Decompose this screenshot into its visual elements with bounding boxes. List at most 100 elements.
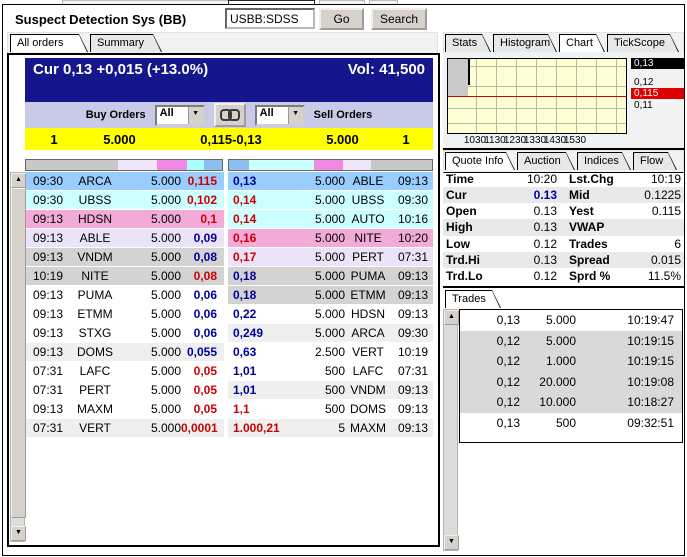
trade-row: 0,121.00010:19:15 bbox=[460, 351, 682, 372]
quote-label: Trades bbox=[557, 236, 621, 252]
bid-price: 0,08 bbox=[181, 267, 224, 285]
buy-order-row[interactable]: 09:13ETMM5.0000,06 bbox=[25, 305, 224, 323]
tab-histogram[interactable]: Histogram bbox=[493, 34, 557, 52]
sell-order-row[interactable]: 0,145.000UBSS09:30 bbox=[228, 191, 433, 209]
tab-label: Trades bbox=[446, 291, 500, 308]
depth-segment bbox=[187, 160, 205, 170]
scroll-down-icon[interactable]: ▼ bbox=[11, 526, 26, 541]
order-book-row: 09:30ARCA5.0000,1150,135.000ABLE09:13 bbox=[25, 172, 433, 190]
buy-order-row[interactable]: 09:13DOMS5.0000,055 bbox=[25, 343, 224, 361]
trade-time: 09:32:51 bbox=[576, 413, 682, 434]
bid-price: 0,06 bbox=[181, 286, 224, 304]
tab-summary[interactable]: Summary bbox=[90, 34, 162, 52]
order-book-row: 07:31VERT5.0000,00011.000,215MAXM09:13 bbox=[25, 419, 433, 437]
symbol-input[interactable] bbox=[225, 8, 315, 29]
trades-scrollbar[interactable]: ▲ ▼ bbox=[443, 309, 458, 551]
tab-indices[interactable]: Indices bbox=[577, 152, 631, 170]
quote-value: 10:20 bbox=[501, 171, 557, 187]
sell-order-row[interactable]: 0,135.000ABLE09:13 bbox=[228, 172, 433, 190]
market-maker-id: VERT bbox=[69, 419, 121, 437]
sell-order-row[interactable]: 0,165.000NITE10:20 bbox=[228, 229, 433, 247]
sell-order-row[interactable]: 0,185.000ETMM09:13 bbox=[228, 286, 433, 304]
quote-label: Time bbox=[443, 171, 501, 187]
sell-orders-label: Sell Orders bbox=[314, 109, 373, 121]
order-size: 2.500 bbox=[282, 343, 345, 361]
chevron-down-icon[interactable]: ▼ bbox=[188, 107, 203, 124]
tab-all-orders[interactable]: All orders bbox=[10, 34, 88, 52]
buy-order-row[interactable]: 09:13HDSN5.0000,1 bbox=[25, 210, 224, 228]
ask-price: 0,18 bbox=[228, 267, 282, 285]
buy-order-row[interactable]: 09:13MAXM5.0000,05 bbox=[25, 400, 224, 418]
search-button[interactable]: Search bbox=[371, 8, 427, 30]
buy-filter-select[interactable]: All ▼ bbox=[155, 105, 205, 126]
depth-segment bbox=[229, 160, 249, 170]
buy-order-row[interactable]: 09:13VNDM5.0000,08 bbox=[25, 248, 224, 266]
sell-order-row[interactable]: 0,2495.000ARCA09:30 bbox=[228, 324, 433, 342]
buy-order-row[interactable]: 07:31LAFC5.0000,05 bbox=[25, 362, 224, 380]
tab-trades[interactable]: Trades bbox=[445, 290, 501, 308]
depth-strip-buy bbox=[25, 159, 223, 171]
buy-order-row[interactable]: 09:30UBSS5.0000,102 bbox=[25, 191, 224, 209]
quote-value bbox=[621, 219, 684, 235]
ask-price: 0,14 bbox=[228, 191, 282, 209]
order-book-row: 07:31PERT5.0000,051,01500VNDM09:13 bbox=[25, 381, 433, 399]
order-book-row: 09:13PUMA5.0000,060,185.000ETMM09:13 bbox=[25, 286, 433, 304]
buy-order-row[interactable]: 09:30ARCA5.0000,115 bbox=[25, 172, 224, 190]
order-time: 09:30 bbox=[25, 191, 69, 209]
buy-filter-value: All bbox=[157, 107, 188, 124]
quote-row: Cur0.13Mid0.1225 bbox=[443, 187, 684, 203]
sell-order-row[interactable]: 0,225.000HDSN09:13 bbox=[228, 305, 433, 323]
buy-order-row[interactable]: 09:13PUMA5.0000,06 bbox=[25, 286, 224, 304]
sell-order-row[interactable]: 0,145.000AUTO10:16 bbox=[228, 210, 433, 228]
order-time: 09:13 bbox=[391, 400, 433, 418]
order-size: 5.000 bbox=[121, 400, 181, 418]
sell-order-row[interactable]: 1,1500DOMS09:13 bbox=[228, 400, 433, 418]
sell-filter-select[interactable]: All ▼ bbox=[255, 105, 305, 126]
sell-order-row[interactable]: 0,175.000PERT07:31 bbox=[228, 248, 433, 266]
quote-value: 0.13 bbox=[501, 187, 557, 203]
buy-order-row[interactable]: 10:19NITE5.0000,08 bbox=[25, 267, 224, 285]
link-filters-button[interactable] bbox=[214, 103, 246, 127]
book-scrollbar[interactable]: ▲ ▼ bbox=[10, 172, 25, 542]
depth-segment bbox=[26, 160, 118, 170]
tab-auction[interactable]: Auction bbox=[517, 152, 575, 170]
order-time: 07:31 bbox=[25, 419, 69, 437]
market-maker-id: ETMM bbox=[345, 286, 391, 304]
sell-order-row[interactable]: 1.000,215MAXM09:13 bbox=[228, 419, 433, 437]
buy-order-row[interactable]: 07:31VERT5.0000,0001 bbox=[25, 419, 224, 437]
trade-size: 5.000 bbox=[520, 331, 576, 352]
tab-stats[interactable]: Stats bbox=[445, 34, 491, 52]
order-size: 5.000 bbox=[121, 191, 181, 209]
sell-order-row[interactable]: 0,632.500VERT10:19 bbox=[228, 343, 433, 361]
market-maker-id: PUMA bbox=[345, 267, 391, 285]
volume-label: Vol: 41,500 bbox=[348, 61, 425, 102]
sell-order-row[interactable]: 1,01500VNDM09:13 bbox=[228, 381, 433, 399]
tab-chart[interactable]: Chart bbox=[559, 34, 605, 52]
order-size: 5.000 bbox=[121, 362, 181, 380]
order-time: 09:13 bbox=[25, 286, 69, 304]
quote-value: 0.1225 bbox=[621, 187, 684, 203]
tab-quote-info[interactable]: Quote Info bbox=[445, 152, 515, 170]
buy-order-row[interactable]: 09:13STXG5.0000,06 bbox=[25, 324, 224, 342]
scroll-up-icon[interactable]: ▲ bbox=[11, 173, 26, 188]
buy-order-row[interactable]: 09:13ABLE5.0000,09 bbox=[25, 229, 224, 247]
order-size: 5.000 bbox=[282, 324, 345, 342]
tab-flow[interactable]: Flow bbox=[633, 152, 677, 170]
market-maker-id: VNDM bbox=[345, 381, 391, 399]
market-maker-id: ABLE bbox=[69, 229, 121, 247]
chart-gridline bbox=[448, 66, 626, 67]
scroll-down-icon[interactable]: ▼ bbox=[444, 535, 459, 550]
order-time: 09:13 bbox=[391, 305, 433, 323]
ask-price: 0,249 bbox=[228, 324, 282, 342]
tab-tickscope[interactable]: TickScope bbox=[607, 34, 679, 52]
trade-row: 0,135.00010:19:47 bbox=[460, 310, 682, 331]
sell-order-row[interactable]: 1,01500LAFC07:31 bbox=[228, 362, 433, 380]
trade-row: 0,1220.00010:19:08 bbox=[460, 372, 682, 393]
scrollbar-thumb[interactable] bbox=[11, 188, 26, 518]
buy-order-row[interactable]: 07:31PERT5.0000,05 bbox=[25, 381, 224, 399]
go-button[interactable]: Go bbox=[319, 8, 364, 30]
order-size: 500 bbox=[282, 362, 345, 380]
scroll-up-icon[interactable]: ▲ bbox=[444, 310, 459, 325]
chevron-down-icon[interactable]: ▼ bbox=[288, 107, 303, 124]
sell-order-row[interactable]: 0,185.000PUMA09:13 bbox=[228, 267, 433, 285]
